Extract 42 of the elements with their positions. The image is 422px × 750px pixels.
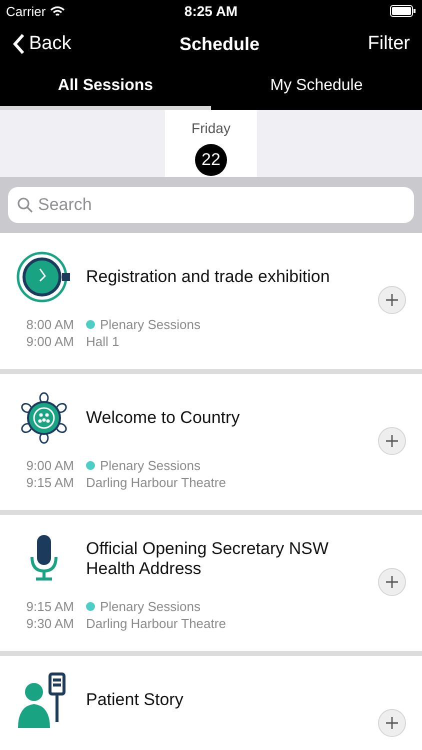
plus-icon [385, 575, 399, 589]
add-button[interactable] [378, 568, 406, 596]
search-icon [17, 197, 33, 213]
start-time: 8:00 AM [25, 317, 74, 332]
search-field[interactable]: Search [8, 187, 414, 223]
session-card[interactable]: Welcome to Country 9:00 AM Plenary Sessions 9:15 AM Darling Harbour Theatre [0, 374, 422, 510]
add-button[interactable] [378, 427, 406, 455]
session-title: Official Opening Secretary NSW Health Address [86, 539, 330, 579]
category-label: Plenary Sessions [100, 317, 200, 332]
clock-icon [16, 249, 72, 305]
plus-icon [385, 434, 399, 448]
add-button[interactable] [378, 709, 406, 737]
end-time: 9:00 AM [25, 334, 74, 349]
start-time: 9:00 AM [25, 458, 74, 473]
carrier-label: Carrier [6, 4, 46, 18]
status-time: 8:25 AM [184, 3, 238, 19]
session-title: Welcome to Country [86, 408, 240, 428]
start-time: 9:15 AM [25, 599, 74, 614]
wifi-icon [50, 6, 65, 16]
session-title: Patient Story [86, 690, 184, 710]
weekday-label: Friday [192, 120, 230, 136]
date-number: 22 [195, 144, 227, 176]
screen-title: Schedule [179, 34, 260, 54]
add-button[interactable] [378, 286, 406, 314]
battery-icon [390, 5, 416, 17]
session-card[interactable]: Patient Story [0, 656, 422, 750]
plus-icon [385, 716, 399, 730]
category-label: Plenary Sessions [100, 458, 200, 473]
category-label: Plenary Sessions [100, 599, 200, 614]
session-title: Registration and trade exhibition [86, 267, 330, 287]
location-label: Hall 1 [86, 334, 120, 349]
day-tab[interactable]: Friday 22 [165, 110, 257, 177]
session-card[interactable]: Registration and trade exhibition 8:00 AM Plenary Sessions 9:00 AM Hall 1 [0, 233, 422, 369]
location-label: Darling Harbour Theatre [86, 616, 227, 631]
plus-icon [385, 293, 399, 307]
end-time: 9:15 AM [25, 475, 74, 490]
end-time: 9:30 AM [25, 616, 74, 631]
chevron-left-icon [12, 33, 25, 55]
back-button[interactable]: Back [12, 33, 72, 55]
session-card[interactable]: Official Opening Secretary NSW Health Address 9:15 AM Plenary Sessions 9:30 AM Darling Harbour Theatre [0, 515, 422, 651]
filter-button[interactable]: Filter [368, 33, 410, 55]
location-label: Darling Harbour Theatre [86, 475, 227, 490]
